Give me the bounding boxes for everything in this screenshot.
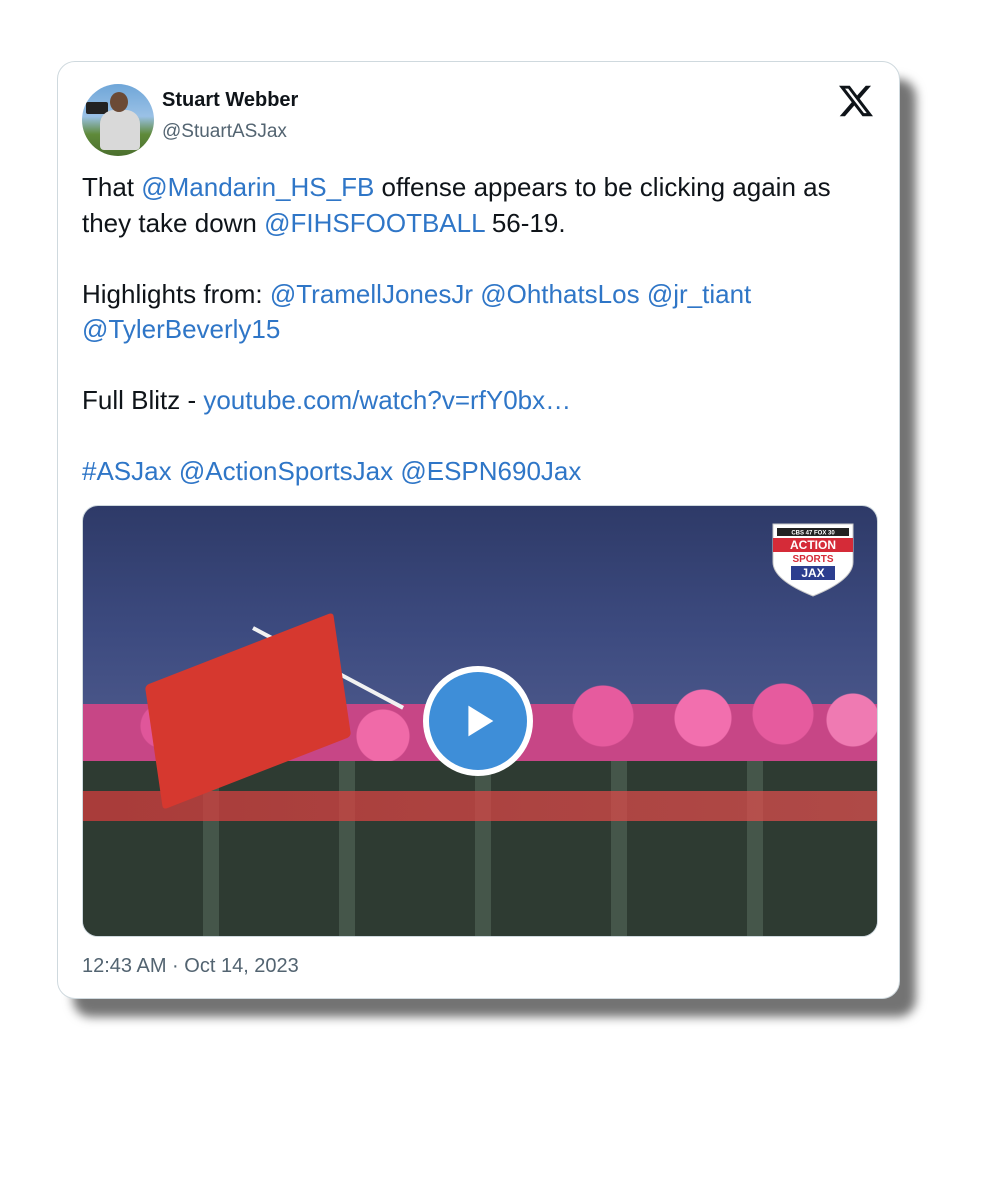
banner-stripe — [83, 791, 877, 821]
mention-link[interactable]: @OhthatsLos — [480, 279, 639, 309]
text-span: Highlights from: — [82, 278, 270, 309]
logo-line2: SPORTS — [792, 554, 833, 565]
tweet-paragraph-4: #ASJax @ActionSportsJax @ESPN690Jax — [82, 454, 882, 490]
play-icon — [468, 705, 494, 737]
hashtag-link[interactable]: #ASJax — [82, 456, 172, 486]
play-button-inner — [429, 672, 527, 770]
mention-link[interactable]: @ESPN690Jax — [400, 456, 581, 486]
mention-link[interactable]: @FIHSFOOTBALL — [264, 208, 484, 238]
tweet-paragraph-1: That @Mandarin_HS_FB offense appears to … — [82, 170, 882, 241]
logo-top-text: CBS 47 FOX 30 — [791, 531, 835, 537]
mention-link[interactable]: @TramellJonesJr — [270, 279, 473, 309]
author-name[interactable]: Stuart Webber — [162, 89, 298, 112]
action-sports-jax-logo: CBS 47 FOX 30 ACTION SPORTS JAX — [772, 523, 854, 597]
mention-link[interactable]: @TylerBeverly15 — [82, 314, 280, 344]
tweet-paragraph-2: Highlights from: @TramellJonesJr @Ohthat… — [82, 277, 882, 348]
logo-line3: JAX — [801, 566, 824, 580]
text-span: Full Blitz - — [82, 385, 204, 415]
tweet-text: That @Mandarin_HS_FB offense appears to … — [82, 170, 882, 490]
logo-line1: ACTION — [790, 538, 836, 552]
text-span: That — [82, 172, 142, 202]
x-logo-icon[interactable] — [839, 84, 873, 118]
text-span: 56-19. — [484, 207, 566, 238]
mention-link[interactable]: @jr_tiant — [647, 279, 751, 309]
mention-link[interactable]: @Mandarin_HS_FB — [141, 172, 374, 202]
tweet-card: Stuart Webber @StuartASJax That @Mandari… — [57, 61, 900, 999]
author-handle[interactable]: @StuartASJax — [162, 121, 287, 143]
youtube-link[interactable]: youtube.com/watch?v=rfY0bx… — [203, 385, 571, 415]
mention-link[interactable]: @ActionSportsJax — [179, 456, 393, 486]
tweet-paragraph-3: Full Blitz - youtube.com/watch?v=rfY0bx… — [82, 383, 882, 419]
video-thumbnail[interactable]: CBS 47 FOX 30 ACTION SPORTS JAX — [82, 505, 878, 937]
play-button[interactable] — [423, 666, 533, 776]
avatar[interactable] — [82, 84, 154, 156]
tweet-timestamp[interactable]: 12:43 AM · Oct 14, 2023 — [82, 955, 299, 978]
